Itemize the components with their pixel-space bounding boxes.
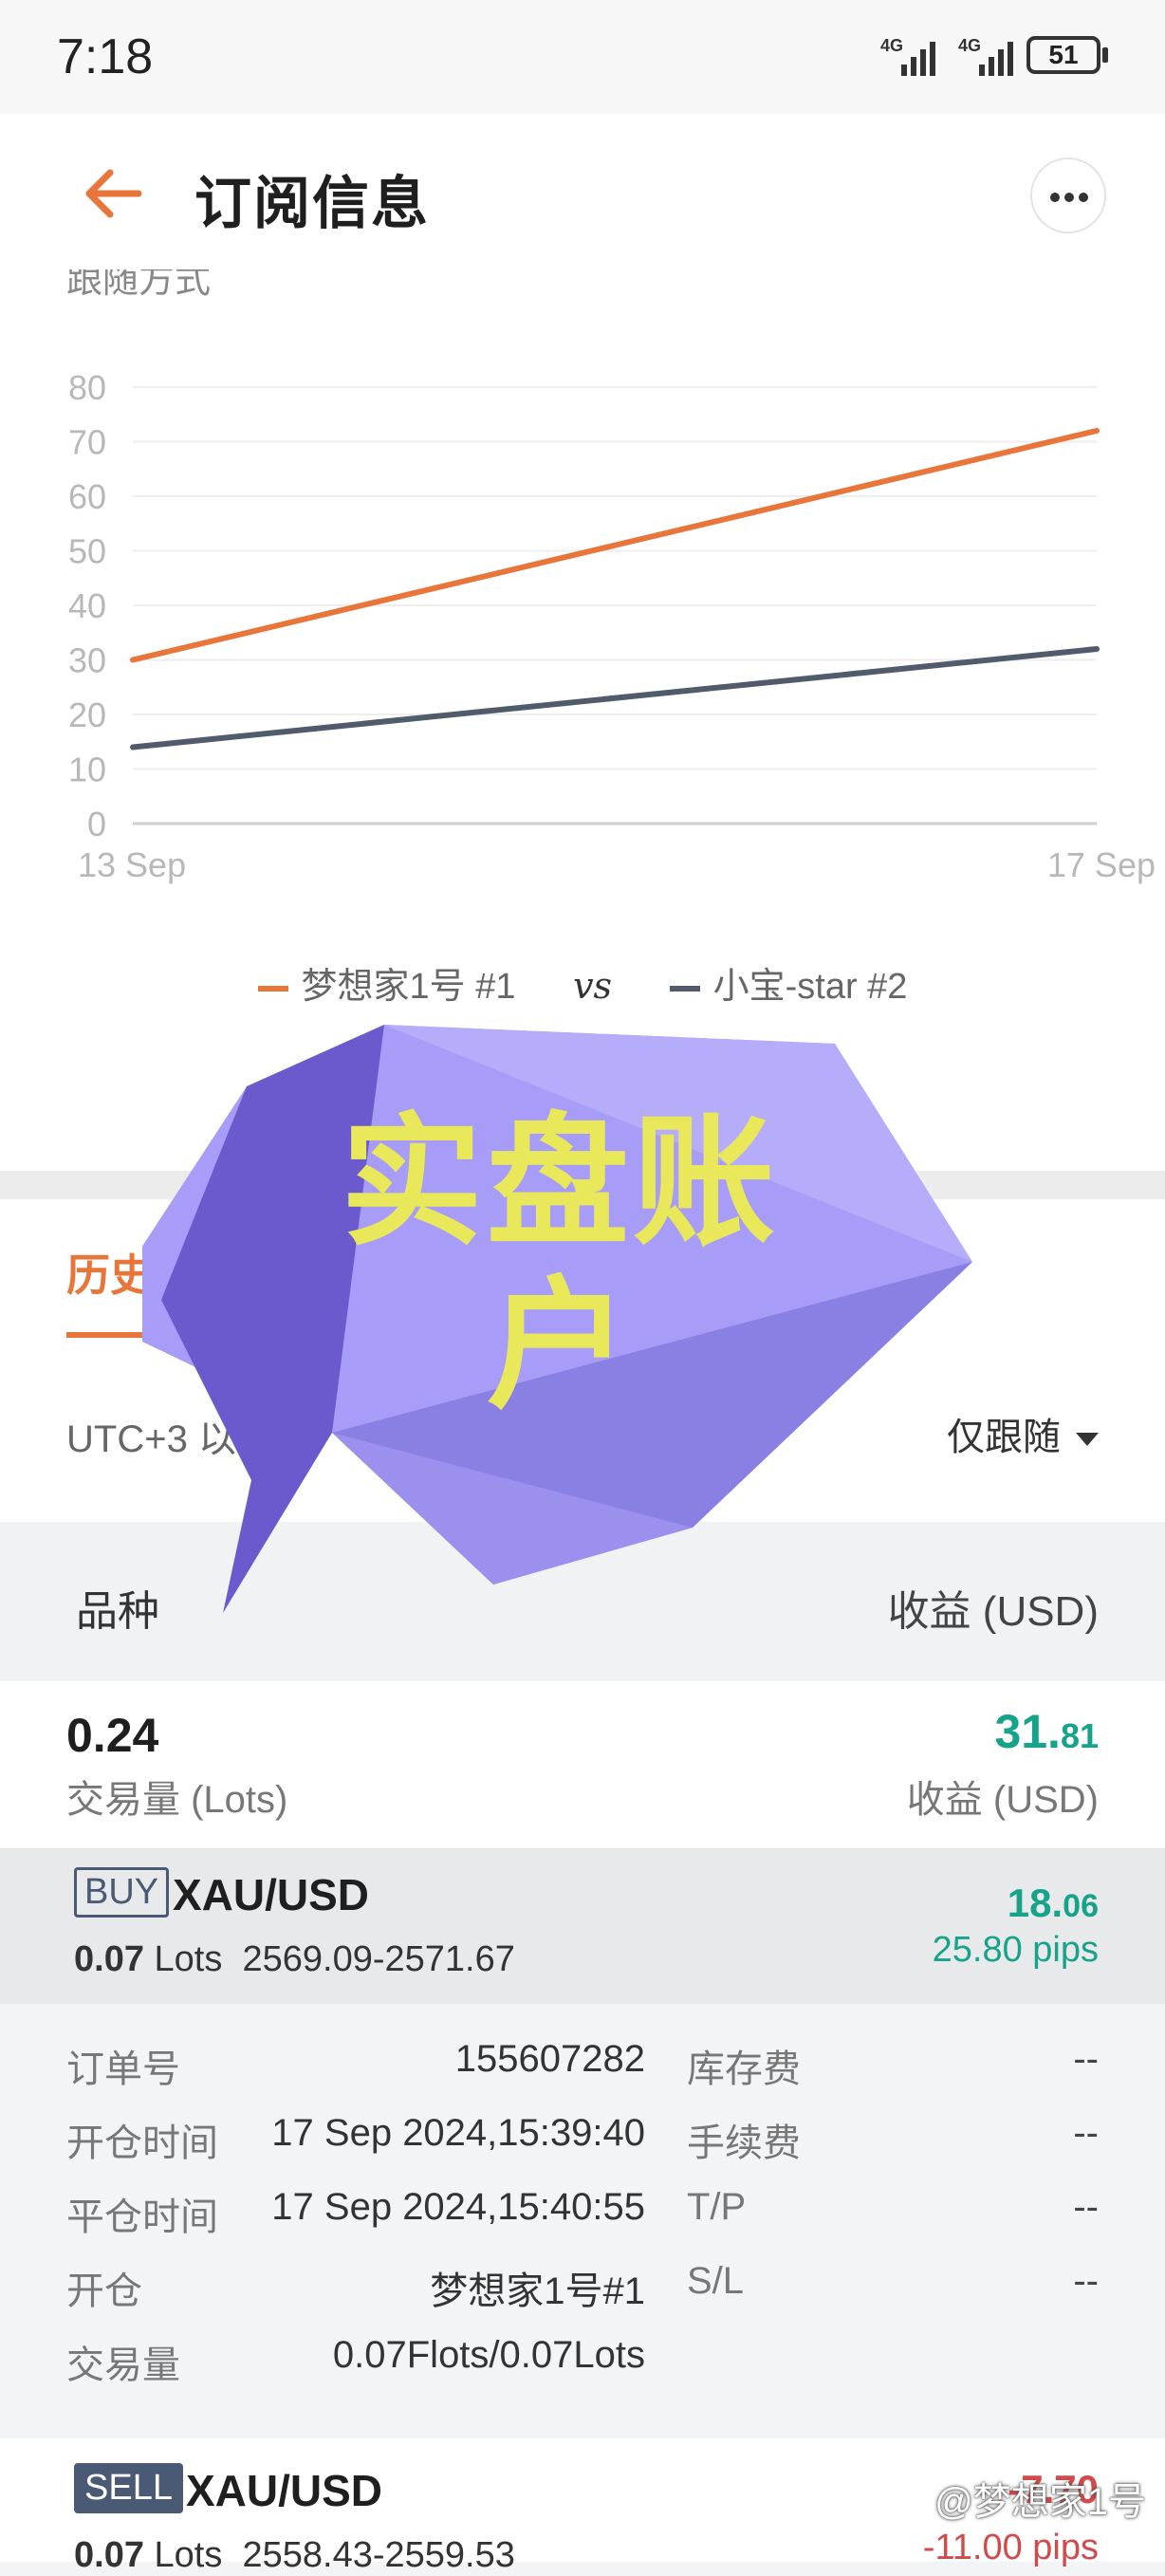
series-line-1 [130, 428, 1100, 663]
status-time: 7:18 [57, 29, 154, 84]
more-dots-icon [1050, 193, 1060, 202]
y-tick-label: 50 [68, 532, 106, 571]
trade-lots: 0.07 Lots 2569.09-2571.67 [74, 1939, 515, 1979]
y-tick-label: 80 [68, 368, 106, 407]
battery-icon: 51 [1026, 36, 1100, 74]
more-options-button[interactable] [1030, 158, 1106, 233]
detail-row: 订单号 155607282 库存费 -- [66, 2038, 1099, 2090]
detail-row: 开仓 梦想家1号#1 S/L -- [66, 2260, 1099, 2312]
signal-icon: 4G [880, 36, 947, 76]
legend-series-2: 小宝-star #2 [712, 967, 908, 1007]
y-tick-label: 30 [68, 641, 106, 680]
vs-label: vs [573, 965, 613, 1007]
legend-series-1: 梦想家1号 #1 [301, 967, 516, 1007]
y-tick-label: 20 [68, 695, 106, 734]
detail-row: 平仓时间 17 Sep 2024,15:40:55 T/P -- [66, 2186, 1099, 2238]
x-tick-label: 17 Sep [1047, 845, 1156, 884]
x-tick-label: 13 Sep [78, 845, 186, 884]
back-arrow-icon[interactable] [76, 156, 152, 232]
trade-profit: 18.06 [1007, 1881, 1099, 1925]
overlay-caption: 实盘账 户 [340, 1103, 779, 1425]
status-bar: 7:18 4G 4G 51 [0, 0, 1165, 114]
battery-tip [1102, 47, 1108, 63]
trade-details: 订单号 155607282 库存费 -- 开仓时间 17 Sep 2024,15:39… [0, 2004, 1165, 2438]
y-tick-label: 10 [68, 751, 106, 789]
trade-pips: -11.00 pips [922, 2528, 1099, 2567]
detail-row: 交易量 0.07Flots/0.07Lots [66, 2334, 645, 2386]
trade-pips: 25.80 pips [932, 1930, 1099, 1970]
total-lots-label: 交易量 (Lots) [66, 1779, 288, 1821]
total-lots: 0.24 [66, 1709, 159, 1762]
tab-history[interactable]: 历史 [66, 1241, 154, 1304]
caret-down-icon [1076, 1433, 1099, 1447]
sell-badge: SELL [74, 2463, 183, 2513]
y-tick-label: 40 [68, 586, 106, 625]
y-tick-label: 0 [87, 805, 106, 843]
legend-swatch [257, 985, 288, 991]
comparison-line-chart: 0 10 20 30 40 50 60 70 80 13 Sep 17 Sep [68, 368, 1156, 884]
watermark: @梦想家1号 [934, 2481, 1146, 2523]
detail-row: 开仓时间 17 Sep 2024,15:39:40 手续费 -- [66, 2112, 1099, 2164]
page-title: 订阅信息 [194, 172, 430, 235]
summary-row: 0.24 交易量 (Lots) 31.81 收益 (USD) [0, 1681, 1165, 1848]
total-profit-label: 收益 (USD) [906, 1779, 1099, 1821]
series-line-2 [130, 646, 1100, 751]
buy-badge: BUY [74, 1867, 170, 1918]
signal-icon: 4G [958, 36, 1025, 76]
total-profit: 31.81 [994, 1705, 1099, 1758]
y-tick-label: 60 [68, 477, 106, 516]
app-header: 订阅信息 [0, 114, 1165, 275]
trade-symbol: XAU/USD [173, 1870, 370, 1919]
y-tick-label: 70 [68, 423, 106, 462]
trade-row[interactable]: BUY XAU/USD 0.07 Lots 2569.09-2571.67 18… [0, 1848, 1165, 2004]
trade-lots: 0.07 Lots 2558.43-2559.53 [74, 2535, 515, 2575]
legend-swatch [669, 985, 700, 991]
chart-legend: 梦想家1号 #1 vs 小宝-star #2 [0, 956, 1165, 1009]
trade-symbol: XAU/USD [186, 2466, 383, 2515]
